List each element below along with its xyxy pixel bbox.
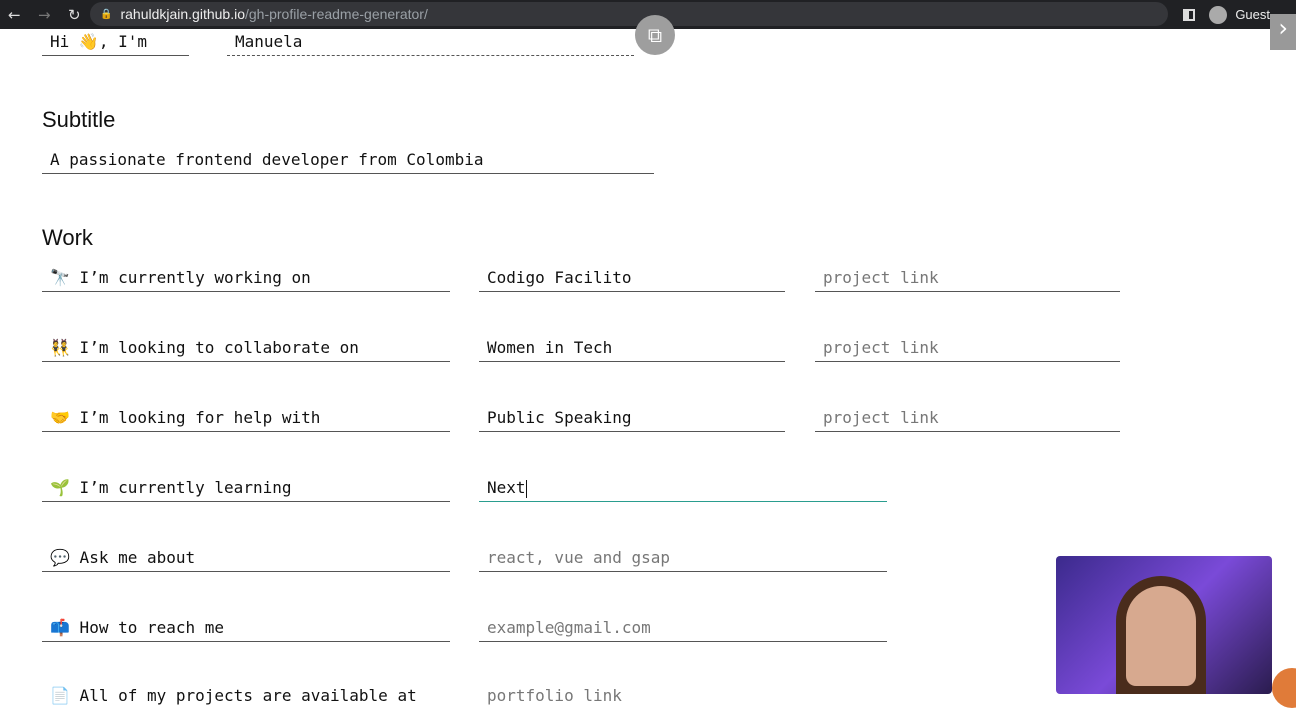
sidebar-icon[interactable] (1183, 8, 1196, 21)
project-link-2[interactable]: project link (815, 336, 1120, 362)
subtitle-input[interactable]: A passionate frontend developer from Col… (42, 148, 654, 174)
work-label-7[interactable]: 📄 All of my projects are available at (42, 684, 450, 710)
work-value-2[interactable]: Women in Tech (479, 336, 785, 362)
name-input[interactable]: Manuela (227, 30, 634, 56)
learning-value: Next (487, 478, 526, 497)
work-label-6[interactable]: 📫 How to reach me (42, 616, 450, 642)
project-link-3[interactable]: project link (815, 406, 1120, 432)
url-path: /gh-profile-readme-generator/ (244, 6, 428, 22)
forward-icon[interactable]: → (38, 6, 60, 24)
lock-icon: 🔒 (100, 8, 113, 20)
work-label-1[interactable]: 🔭 I’m currently working on (42, 266, 450, 292)
close-icon[interactable]: › (1270, 14, 1296, 50)
work-label-3[interactable]: 🤝 I’m looking for help with (42, 406, 450, 432)
back-icon[interactable]: ← (8, 6, 30, 24)
work-heading: Work (42, 225, 93, 250)
popout-icon[interactable]: ⧉ (635, 15, 675, 55)
profile-avatar-icon[interactable] (1209, 5, 1228, 24)
work-label-5[interactable]: 💬 Ask me about (42, 546, 450, 572)
profile-label[interactable]: Guest (1235, 7, 1270, 22)
url-host: rahuldkjain.github.io (120, 6, 245, 22)
title-prefix-input[interactable]: Hi 👋, I'm (42, 30, 189, 56)
text-caret (525, 479, 527, 498)
work-label-2[interactable]: 👯 I’m looking to collaborate on (42, 336, 450, 362)
reload-icon[interactable]: ↻ (68, 6, 90, 24)
reach-me-input[interactable]: example@gmail.com (479, 616, 887, 642)
address-bar[interactable]: 🔒 rahuldkjain.github.io/gh-profile-readm… (90, 2, 1168, 26)
work-value-1[interactable]: Codigo Facilito (479, 266, 785, 292)
learning-input[interactable]: Next (479, 476, 887, 502)
webcam-overlay (1050, 550, 1278, 700)
project-link-1[interactable]: project link (815, 266, 1120, 292)
portfolio-input[interactable]: portfolio link (479, 684, 887, 710)
work-label-4[interactable]: 🌱 I’m currently learning (42, 476, 450, 502)
subtitle-heading: Subtitle (42, 107, 116, 132)
work-value-3[interactable]: Public Speaking (479, 406, 785, 432)
ask-me-input[interactable]: react, vue and gsap (479, 546, 887, 572)
